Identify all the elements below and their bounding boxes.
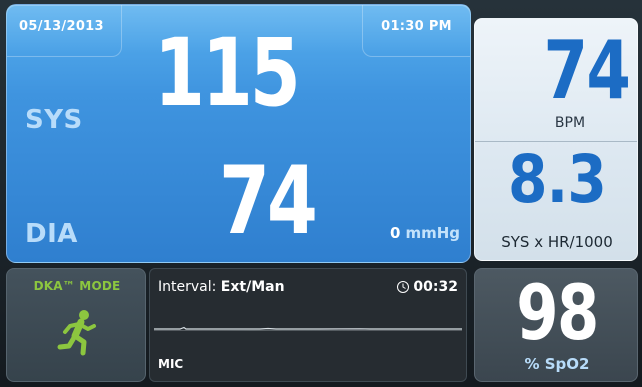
sys-label: SYS: [25, 105, 83, 135]
heart-rate-unit: BPM: [554, 115, 586, 131]
clock-icon: [397, 281, 410, 293]
cuff-pressure-unit: mmHg: [405, 224, 460, 242]
dia-label: DIA: [25, 219, 78, 249]
interval-panel[interactable]: Interval: Ext/Man 00:32 MIC: [149, 268, 467, 382]
shock-index-label: SYS x HR/1000: [501, 233, 613, 251]
time-display: 01:30 PM: [362, 5, 470, 57]
date-display: 05/13/2013: [7, 5, 122, 57]
interval-readout: Interval: Ext/Man: [158, 279, 285, 295]
dka-mode-label: DKA™ MODE: [33, 279, 121, 293]
cuff-pressure-readout: 0 mmHg: [390, 224, 460, 242]
spo2-panel: 98 % SpO2: [474, 268, 638, 382]
sys-value: 115: [154, 19, 301, 128]
blood-pressure-panel: 05/13/2013 01:30 PM SYS 115 DIA 74 0 mmH…: [6, 4, 471, 263]
timer-value: 00:32: [413, 279, 458, 295]
heart-rate-panel: 74 BPM 8.3 SYS x HR/1000: [474, 18, 638, 261]
monitor-screen: 05/13/2013 01:30 PM SYS 115 DIA 74 0 mmH…: [0, 0, 642, 387]
running-person-icon: [57, 310, 96, 356]
dia-value: 74: [219, 147, 318, 256]
pressure-waveform: [154, 326, 462, 332]
interval-value: Ext/Man: [220, 279, 285, 295]
heart-rate-value: 74: [543, 24, 630, 117]
input-source-label: MIC: [158, 357, 184, 371]
interval-timer: 00:32: [396, 279, 458, 295]
interval-label: Interval:: [158, 279, 217, 295]
cuff-pressure-value: 0: [390, 224, 401, 242]
shock-index-value: 8.3: [508, 141, 607, 218]
spo2-value: 98: [516, 268, 599, 357]
dka-mode-button[interactable]: DKA™ MODE: [6, 268, 146, 382]
spo2-label: % SpO2: [524, 355, 590, 373]
